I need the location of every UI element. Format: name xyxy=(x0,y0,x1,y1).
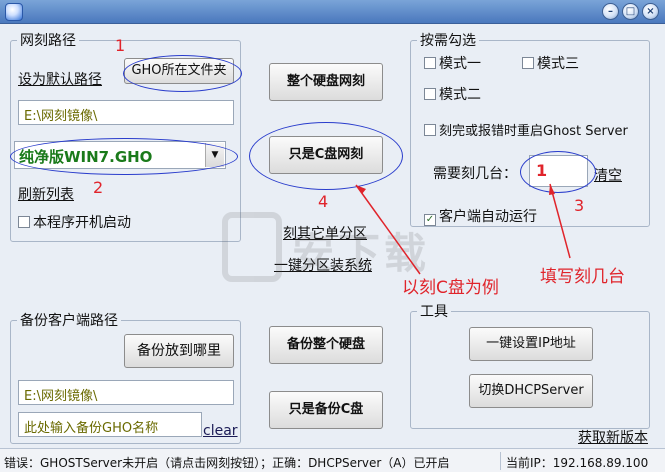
mode3-checkbox[interactable]: 模式三 xyxy=(522,53,579,73)
annotation-number-3: 3 xyxy=(574,196,585,215)
annotation-ellipse-4 xyxy=(249,122,403,190)
annotation-number-1: 1 xyxy=(115,36,126,55)
clear-count-link[interactable]: 清空 xyxy=(594,165,622,185)
annotation-number-4: 4 xyxy=(318,192,329,211)
backup-where-button[interactable]: 备份放到哪里 xyxy=(124,334,234,368)
mode1-checkbox-box[interactable] xyxy=(424,57,436,69)
main-panel: 网刻路径 设为默认路径 GHO所在文件夹 E:\网刻镜像\ 纯净版WIN7.GH… xyxy=(0,24,665,448)
dhcp-switch-button[interactable]: 切换DHCPServer xyxy=(469,374,593,408)
title-bar: – □ × xyxy=(0,0,665,24)
mode2-checkbox-box[interactable] xyxy=(424,88,436,100)
backup-c-button[interactable]: 只是备份C盘 xyxy=(269,391,383,429)
annotation-ellipse-2 xyxy=(10,138,238,175)
watermark-logo: 安下载 xyxy=(222,212,432,292)
status-bar: 错误：GHOSTServer未开启（请点击网刻按钮）；正确：DHCPServer… xyxy=(0,448,665,472)
status-separator xyxy=(500,452,501,470)
net-path-legend: 网刻路径 xyxy=(20,33,76,49)
restart-ghost-checkbox-box[interactable] xyxy=(424,124,436,136)
backup-name-input[interactable]: 此处输入备份GHO名称 xyxy=(18,412,202,437)
backup-clear-link[interactable]: clear xyxy=(203,423,238,439)
annotation-number-2: 2 xyxy=(93,178,104,197)
status-ip: 当前IP：192.168.89.100 xyxy=(506,456,649,470)
count-label: 需要刻几台： xyxy=(433,166,517,182)
annotation-example: 以刻C盘为例 xyxy=(402,278,499,298)
maximize-button[interactable]: □ xyxy=(622,3,639,20)
options-legend: 按需勾选 xyxy=(420,33,476,49)
tools-legend: 工具 xyxy=(420,304,448,320)
autostart-checkbox[interactable]: 本程序开机启动 xyxy=(18,212,131,232)
autostart-checkbox-box[interactable] xyxy=(18,216,30,228)
whole-disk-button[interactable]: 整个硬盘网刻 xyxy=(269,63,383,101)
annotation-ellipse-3 xyxy=(520,151,596,193)
set-default-path-link[interactable]: 设为默认路径 xyxy=(18,69,102,89)
restart-ghost-checkbox[interactable]: 刻完或报错时重启Ghost Server xyxy=(424,120,628,139)
get-new-version-link[interactable]: 获取新版本 xyxy=(578,427,648,447)
mode3-checkbox-box[interactable] xyxy=(522,57,534,69)
backup-path-field[interactable]: E:\网刻镜像\ xyxy=(18,380,234,405)
status-message: 错误：GHOSTServer未开启（请点击网刻按钮）；正确：DHCPServer… xyxy=(4,456,450,470)
gho-path-field[interactable]: E:\网刻镜像\ xyxy=(18,100,234,125)
refresh-list-link[interactable]: 刷新列表 xyxy=(18,184,74,204)
tools-group: 工具 xyxy=(410,301,650,429)
annotation-ellipse-1 xyxy=(123,55,242,92)
mode2-checkbox[interactable]: 模式二 xyxy=(424,84,481,104)
close-button[interactable]: × xyxy=(642,3,659,20)
annotation-fill-count: 填写刻几台 xyxy=(540,267,625,287)
set-ip-button[interactable]: 一键设置IP地址 xyxy=(469,327,593,361)
backup-whole-disk-button[interactable]: 备份整个硬盘 xyxy=(269,326,383,364)
shield-icon xyxy=(222,212,282,282)
app-icon xyxy=(5,3,23,21)
mode1-checkbox[interactable]: 模式一 xyxy=(424,53,481,73)
client-autorun-checkbox[interactable]: ✓ 客户端自动运行 xyxy=(424,206,537,226)
backup-legend: 备份客户端路径 xyxy=(20,313,118,329)
minimize-button[interactable]: – xyxy=(602,3,619,20)
watermark-text: 安下载 xyxy=(292,229,431,278)
